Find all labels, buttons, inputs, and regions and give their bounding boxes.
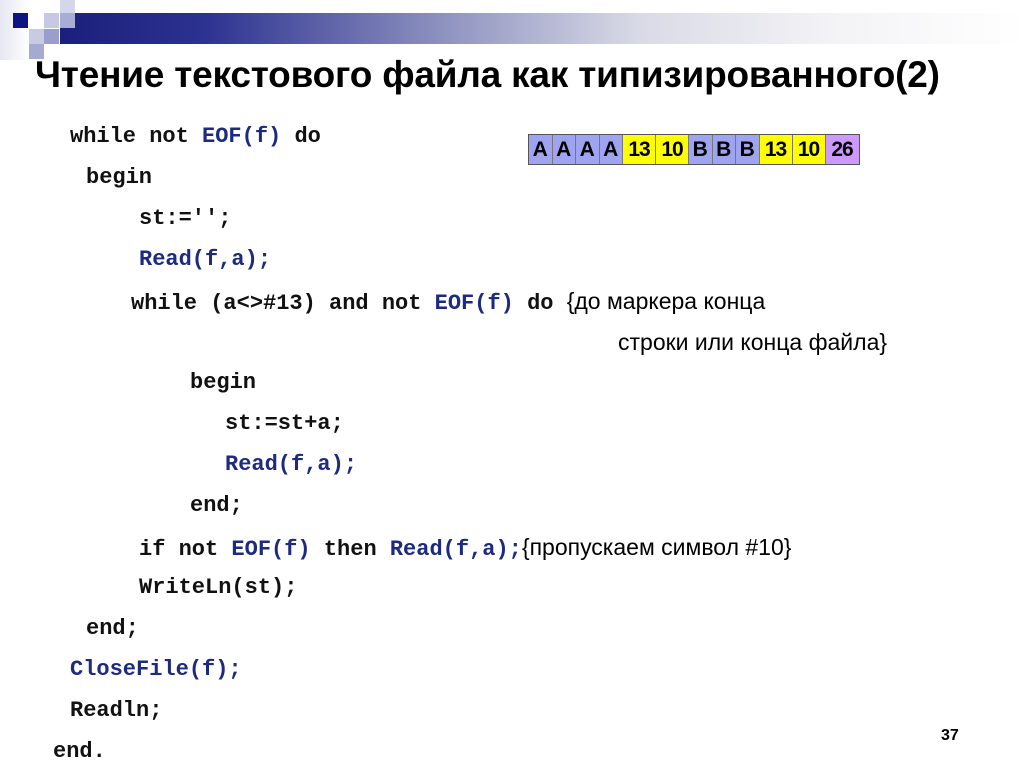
banner-square <box>29 29 44 44</box>
code-func: CloseFile(f); <box>70 657 242 682</box>
code-line: Read(f,a); <box>139 246 271 274</box>
byte-cell: 13 <box>759 135 793 164</box>
byte-cell: B <box>712 135 736 164</box>
code-text: while not <box>70 124 203 149</box>
byte-cell: 13 <box>623 135 656 164</box>
code-text: while (a<>#13) and not <box>131 291 435 316</box>
code-func: EOF(f) <box>434 291 514 316</box>
code-line: begin <box>86 164 152 192</box>
code-line: st:=st+a; <box>225 410 344 438</box>
code-text: st:=''; <box>139 206 232 231</box>
banner-square <box>44 13 59 28</box>
code-line: end. <box>53 738 106 766</box>
code-line: while not EOF(f) do <box>70 123 321 151</box>
code-func: Read(f,a); <box>389 537 522 562</box>
code-text: st:=st+a; <box>225 411 344 436</box>
code-comment: {до маркера конца <box>566 288 766 314</box>
code-line: Read(f,a); <box>225 451 357 479</box>
banner-square <box>60 13 75 28</box>
code-text: begin <box>86 165 153 190</box>
code-comment: {пропускаем символ #10} <box>521 534 792 560</box>
byte-cell: A <box>599 135 623 164</box>
code-text: do <box>281 124 321 149</box>
code-line: st:=''; <box>139 205 231 233</box>
code-comment: строки или конца файла} <box>618 329 888 355</box>
code-func: EOF(f) <box>231 537 311 562</box>
byte-cell: B <box>736 135 760 164</box>
byte-cell: B <box>689 135 713 164</box>
code-text: end; <box>86 616 139 641</box>
code-text: begin <box>190 370 257 395</box>
byte-cell: 10 <box>792 135 826 164</box>
byte-diagram: A A A A 13 10 B B B 13 10 26 <box>528 134 860 165</box>
code-line: Readln; <box>70 697 162 725</box>
banner-fade <box>0 0 29 60</box>
banner-bar <box>60 13 1024 44</box>
code-line: end; <box>190 492 243 520</box>
slide-title: Чтение текстового файла как типизированн… <box>35 54 940 95</box>
byte-cell: 26 <box>825 135 859 164</box>
page-number: 37 <box>941 727 959 744</box>
code-func: EOF(f) <box>202 124 282 149</box>
code-text: end; <box>190 493 243 518</box>
code-line: while (a<>#13) and not EOF(f) do {до мар… <box>131 287 765 318</box>
code-line: WriteLn(st); <box>139 574 297 602</box>
code-line: CloseFile(f); <box>70 656 242 684</box>
code-line: begin <box>190 369 256 397</box>
banner-square <box>13 13 28 28</box>
code-func: Read(f,a); <box>225 452 358 477</box>
code-line: end; <box>86 615 139 643</box>
code-text: end. <box>53 739 106 764</box>
code-text: WriteLn(st); <box>139 575 298 600</box>
code-text: then <box>310 537 390 562</box>
code-text: if not <box>139 537 232 562</box>
code-func: Read(f,a); <box>139 247 272 272</box>
code-line: if not EOF(f) then Read(f,a);{пропускаем… <box>139 533 791 564</box>
byte-cell: 10 <box>656 135 689 164</box>
byte-cell: A <box>529 135 553 164</box>
byte-cell: A <box>552 135 576 164</box>
banner-square <box>44 29 59 44</box>
byte-cell: A <box>576 135 600 164</box>
code-text: Readln; <box>70 698 163 723</box>
code-text: do <box>513 291 567 316</box>
